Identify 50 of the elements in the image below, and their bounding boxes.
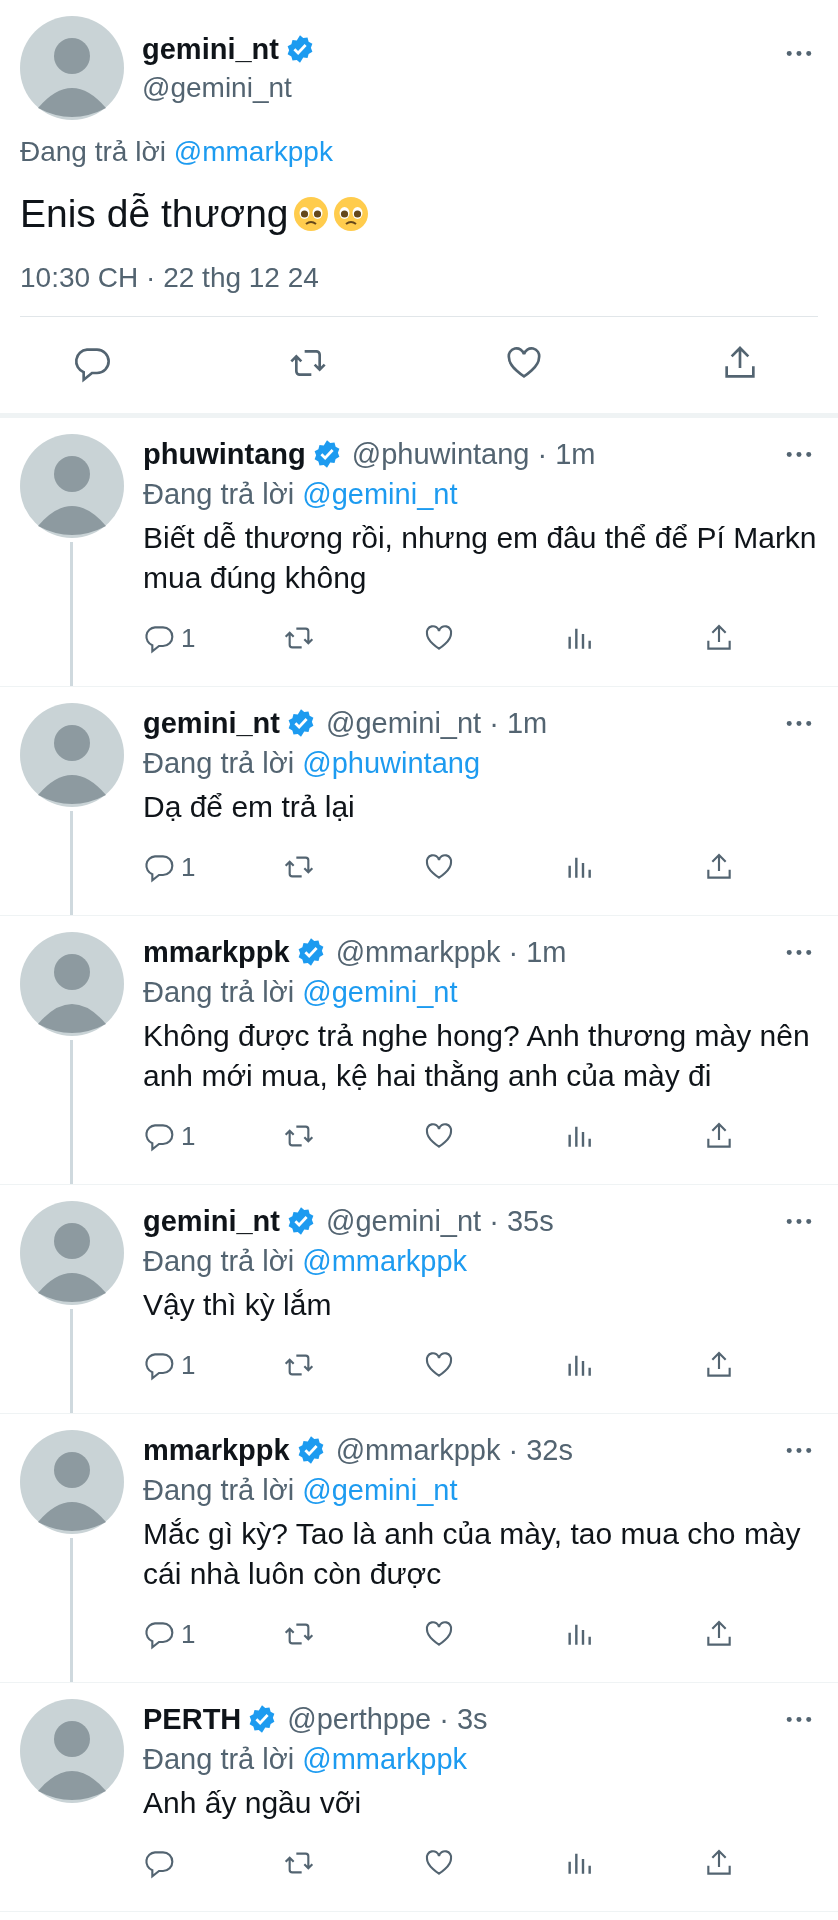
user-name[interactable]: gemini_nt — [143, 706, 280, 740]
avatar[interactable] — [19, 434, 124, 538]
replying-to-label: Đang trả lời — [20, 136, 166, 167]
user-name[interactable]: mmarkppk — [143, 935, 290, 969]
reply-count: 1 — [181, 851, 196, 883]
avatar[interactable] — [19, 1699, 124, 1803]
avatar[interactable] — [20, 16, 124, 120]
replying-to-label: Đang trả lời — [143, 747, 295, 779]
reply-text: Biết dễ thương rồi, nhưng em đâu thể để Pí Markn mua đúng không — [143, 520, 818, 596]
more-icon[interactable] — [786, 1715, 812, 1723]
replying-to-label: Đang trả lời — [143, 976, 295, 1008]
user-handle[interactable]: @gemini_nt · 1m — [325, 706, 780, 740]
pleading-face-icon — [332, 196, 369, 232]
reply-text: Vậy thì kỳ lắm — [143, 1287, 333, 1323]
replying-to-label: Đang trả lời — [143, 1245, 295, 1277]
pleading-face-icon — [292, 196, 329, 232]
user-handle[interactable]: @gemini_nt · 35s — [325, 1204, 780, 1238]
replying-to-label: Đang trả lời — [143, 1474, 295, 1506]
reply-text: Mắc gì kỳ? Tao là anh của mày, tao mua cho mày cái nhà luôn còn được — [143, 1516, 802, 1592]
reply-count: 1 — [181, 1618, 196, 1650]
more-icon[interactable] — [786, 719, 812, 727]
user-handle[interactable]: @mmarkppk · 1m — [335, 935, 780, 969]
avatar[interactable] — [19, 1201, 124, 1305]
avatar[interactable] — [19, 932, 124, 1036]
tweet-timestamp: 10:30 CH · 22 thg 12 24 — [20, 262, 818, 317]
more-icon[interactable] — [786, 1217, 812, 1225]
reply-count: 1 — [181, 1349, 196, 1381]
reply-count: 1 — [181, 622, 196, 654]
user-name[interactable]: phuwintang — [143, 437, 306, 471]
user-name[interactable]: mmarkppk — [143, 1433, 290, 1467]
user-handle[interactable]: @phuwintang · 1m — [351, 437, 780, 471]
replying-to-label: Đang trả lời — [143, 478, 295, 510]
reply-text: Anh ấy ngầu vỡi — [143, 1785, 363, 1821]
user-name[interactable]: PERTH — [143, 1702, 242, 1736]
avatar[interactable] — [19, 1430, 124, 1534]
user-name[interactable]: gemini_nt — [143, 1204, 280, 1238]
more-icon[interactable] — [786, 50, 812, 57]
tweet-text: Enis dễ thương — [20, 192, 289, 236]
more-icon[interactable] — [786, 450, 812, 458]
user-handle[interactable]: @gemini_nt — [142, 71, 768, 104]
reply-count: 1 — [181, 1120, 196, 1152]
user-handle[interactable]: @mmarkppk · 32s — [335, 1433, 780, 1467]
more-icon[interactable] — [786, 948, 812, 956]
avatar[interactable] — [19, 703, 124, 807]
replying-to-label: Đang trả lời — [143, 1743, 295, 1775]
user-name[interactable]: gemini_nt — [142, 32, 279, 66]
reply-text: Dạ để em trả lại — [143, 789, 356, 825]
reply-text: Không được trả nghe hong? Anh thương mày nên anh mới mua, kệ hai thằng anh của mày đi — [143, 1018, 811, 1094]
user-handle[interactable]: @perthppe · 3s — [287, 1702, 780, 1736]
more-icon[interactable] — [786, 1446, 812, 1454]
